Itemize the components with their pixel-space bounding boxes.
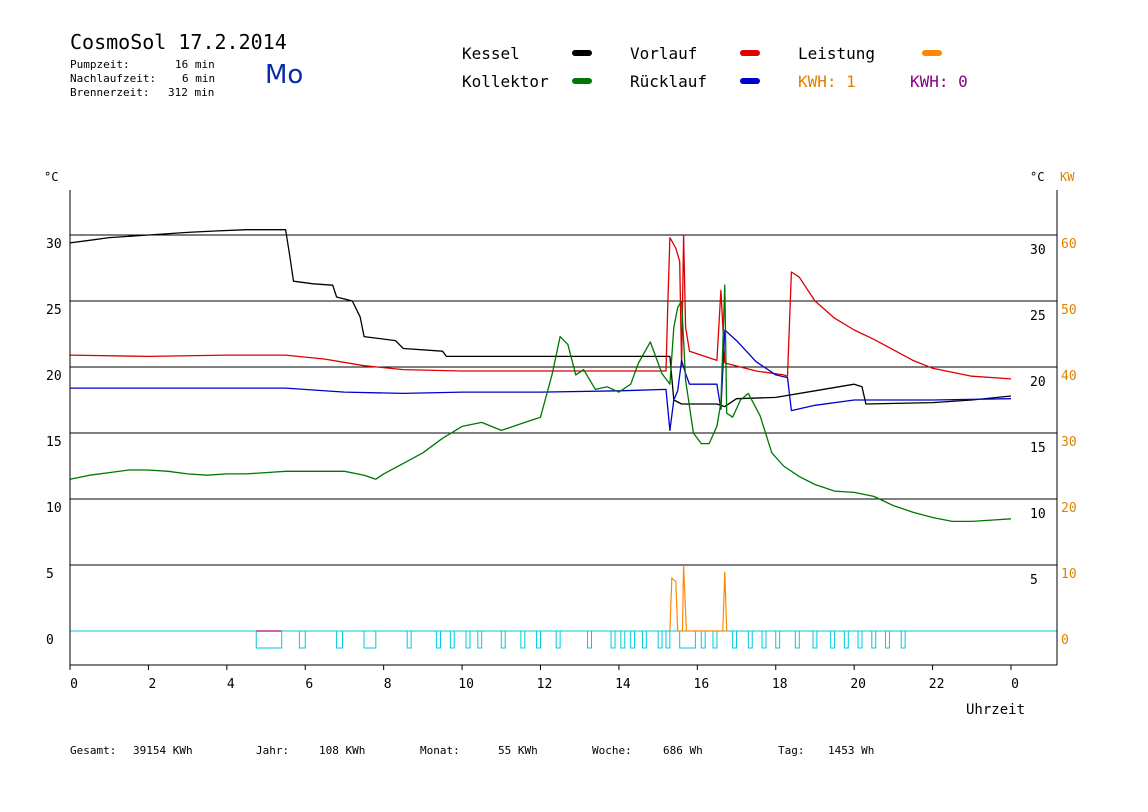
x-tick-label: 22 <box>929 677 945 692</box>
right-tick-label: 10 <box>1030 507 1046 522</box>
pump-on-block <box>536 630 541 649</box>
pump-on-block <box>500 630 506 649</box>
left-tick-label: 10 <box>46 501 62 516</box>
left-axis-unit: °C <box>44 170 58 184</box>
x-tick-label: 12 <box>537 677 553 692</box>
pump-on-block <box>555 630 561 649</box>
pump-on-block <box>477 630 483 649</box>
right-kw-tick-label: 30 <box>1061 435 1077 450</box>
pump-on-block <box>775 630 781 649</box>
x-tick-label: 0 <box>70 677 78 692</box>
pump-on-block <box>900 630 906 649</box>
footer-jahr-label: Jahr: <box>256 744 290 757</box>
pump-on-block <box>587 630 592 649</box>
pump-on-block <box>747 630 753 649</box>
footer-monat-value: 55 KWh <box>498 744 538 757</box>
x-tick-label: 0 <box>1011 677 1019 692</box>
right-kw-tick-label: 60 <box>1061 237 1077 252</box>
x-tick-label: 10 <box>458 677 474 692</box>
right-tick-label: 15 <box>1030 441 1046 456</box>
pump-on-block <box>794 630 800 649</box>
pump-on-block <box>871 630 877 649</box>
right-kw-tick-label: 10 <box>1061 567 1077 582</box>
pump-on-block <box>712 630 718 649</box>
pump-on-block <box>657 630 663 649</box>
pump-on-block <box>520 630 526 649</box>
x-tick-label: 20 <box>850 677 866 692</box>
x-tick-label: 2 <box>149 677 157 692</box>
pump-on-block <box>812 630 818 649</box>
pump-on-block <box>732 630 738 649</box>
pump-on-block <box>885 630 890 649</box>
series-line-vorlauf <box>69 234 1012 380</box>
x-tick-label: 18 <box>772 677 788 692</box>
pump-on-block <box>665 630 671 649</box>
pump-on-block <box>255 630 283 649</box>
leistung-line <box>669 564 728 632</box>
pump-on-block <box>449 630 455 649</box>
pump-on-block <box>465 630 471 649</box>
pump-on-block <box>843 630 849 649</box>
right-tick-label: 20 <box>1030 375 1046 390</box>
left-tick-label: 0 <box>46 633 54 648</box>
pump-on-block <box>620 630 626 649</box>
temperature-chart: °C °C KW Uhrzeit 05101520253051015202530… <box>44 170 1077 718</box>
right-tick-label: 30 <box>1030 243 1046 258</box>
series-line-kessel <box>69 229 1012 408</box>
pump-on-block <box>857 630 863 649</box>
pump-on-block <box>830 630 836 649</box>
pump-on-block <box>363 630 377 649</box>
right-kw-tick-label: 0 <box>1061 633 1069 648</box>
pump-on-block <box>298 630 306 649</box>
right-kw-tick-label: 20 <box>1061 501 1077 516</box>
pump-on-block <box>406 630 412 649</box>
x-tick-label: 16 <box>694 677 710 692</box>
x-tick-label: 4 <box>227 677 235 692</box>
right-axis-kw-unit: KW <box>1060 170 1075 184</box>
right-tick-label: 25 <box>1030 309 1046 324</box>
x-tick-label: 6 <box>305 677 313 692</box>
right-kw-tick-label: 50 <box>1061 303 1077 318</box>
right-tick-label: 5 <box>1030 573 1038 588</box>
right-axis-unit: °C <box>1030 170 1044 184</box>
footer-tag-value: 1453 Wh <box>828 744 875 757</box>
footer-woche-value: 686 Wh <box>663 744 703 757</box>
left-tick-label: 15 <box>46 435 62 450</box>
footer-jahr-value: 108 KWh <box>319 744 366 757</box>
pump-on-block <box>679 630 696 649</box>
left-tick-label: 30 <box>46 237 62 252</box>
footer-gesamt-value: 39154 KWh <box>133 744 193 757</box>
x-tick-label: 8 <box>384 677 392 692</box>
pump-on-block <box>761 630 767 649</box>
left-tick-label: 25 <box>46 303 62 318</box>
pump-on-block <box>630 630 636 649</box>
x-axis-label: Uhrzeit <box>966 702 1025 718</box>
right-kw-tick-label: 40 <box>1061 369 1077 384</box>
footer-gesamt-label: Gesamt: <box>70 744 117 757</box>
left-tick-label: 20 <box>46 369 62 384</box>
left-tick-label: 5 <box>46 567 54 582</box>
pump-on-block <box>641 630 647 649</box>
pump-on-block <box>610 630 616 649</box>
pump-on-block <box>700 630 706 649</box>
footer-monat-label: Monat: <box>420 744 460 757</box>
pump-on-block <box>336 630 343 649</box>
footer-tag-label: Tag: <box>778 744 805 757</box>
pump-on-block <box>436 630 442 649</box>
footer-woche-label: Woche: <box>592 744 632 757</box>
x-tick-label: 14 <box>615 677 631 692</box>
